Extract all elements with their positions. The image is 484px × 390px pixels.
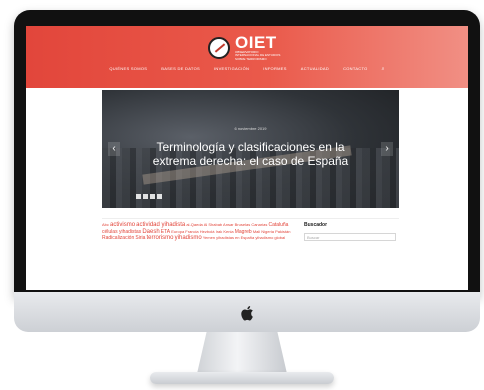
tag-link[interactable]: Siria [135, 235, 145, 241]
nav-item-quienes-somos[interactable]: Quiénes somos [109, 66, 147, 72]
tag-link[interactable]: células yihadistas [102, 229, 141, 235]
logo-emblem-icon [208, 37, 230, 59]
tag-link[interactable]: yihadismo global [255, 235, 285, 240]
hero-slider[interactable]: 6 noviembre 2019 Terminología y clasific… [102, 90, 399, 208]
apple-logo-icon [241, 306, 253, 321]
tag-link[interactable]: ETA [161, 229, 170, 235]
slider-prev-arrow-icon[interactable]: ‹ [108, 142, 120, 156]
tag-link[interactable]: Al Shabab [204, 222, 222, 227]
tag-link[interactable]: activismo [110, 222, 135, 228]
tag-link[interactable]: Irak [216, 229, 223, 234]
content-divider [102, 218, 399, 219]
site-logo[interactable]: OIET OBSERVATORIO INTERNACIONAL DE ESTUD… [208, 32, 281, 61]
hero-title[interactable]: Terminología y clasificaciones en la ext… [142, 140, 359, 168]
monitor-base [150, 372, 334, 384]
nav-item-actualidad[interactable]: Actualidad [301, 66, 329, 72]
logo-title: OIET [235, 32, 277, 52]
main-nav: Quiénes somos Bases de datos Investigaci… [26, 66, 468, 72]
logo-subtitle: OBSERVATORIO INTERNACIONAL DE ESTUDIOS S… [235, 49, 281, 61]
sidebar: Buscador Buscar [304, 222, 399, 241]
tag-link[interactable]: Magreb [235, 229, 252, 235]
slider-dot[interactable] [157, 194, 162, 199]
tag-link[interactable]: Daesh [142, 229, 159, 235]
tag-link[interactable]: Radicalización [102, 235, 134, 241]
tag-cloud: Abc activismo actividad yihadista al-Qae… [102, 222, 292, 242]
tag-link[interactable]: Hezbolá [200, 229, 215, 234]
tag-link[interactable]: al-Qaeda [186, 222, 202, 227]
slider-dot[interactable] [150, 194, 155, 199]
tag-link[interactable]: Francia [185, 229, 198, 234]
hero-date: 6 noviembre 2019 [234, 126, 267, 131]
tag-link[interactable]: Nigeria [261, 229, 274, 234]
tag-link[interactable]: Mali [253, 229, 260, 234]
tag-link[interactable]: yihadistas en España [216, 235, 254, 240]
nav-item-bases-de-datos[interactable]: Bases de datos [161, 66, 200, 72]
tag-link[interactable]: Bruselas [235, 222, 251, 227]
search-input[interactable]: Buscar [304, 233, 396, 241]
tag-link[interactable]: Canarias [251, 222, 267, 227]
tag-link[interactable]: Cataluña [268, 222, 288, 228]
tag-link[interactable]: Europa [171, 229, 184, 234]
tag-link[interactable]: Pakistán [275, 229, 290, 234]
tag-link[interactable]: Abc [102, 222, 109, 227]
sidebar-title: Buscador [304, 222, 328, 228]
slider-next-arrow-icon[interactable]: › [381, 142, 393, 156]
slider-dot[interactable] [143, 194, 148, 199]
nav-item-investigacion[interactable]: Investigación [214, 66, 249, 72]
nav-item-contacto[interactable]: Contacto [343, 66, 367, 72]
slider-dot[interactable] [136, 194, 141, 199]
monitor-stand [196, 330, 288, 378]
tag-link[interactable]: Yemen [203, 235, 215, 240]
browser-screen: OIET OBSERVATORIO INTERNACIONAL DE ESTUD… [26, 26, 468, 290]
search-icon[interactable]: ⌕ [382, 66, 385, 72]
site-header: OIET OBSERVATORIO INTERNACIONAL DE ESTUD… [26, 26, 468, 88]
tag-link[interactable]: actividad yihadista [136, 222, 185, 228]
nav-item-informes[interactable]: Informes [263, 66, 287, 72]
tag-link[interactable]: yihadismo [175, 235, 202, 241]
tag-link[interactable]: Kenia [223, 229, 233, 234]
slider-dots [136, 194, 162, 199]
tag-link[interactable]: terrorismo [147, 235, 174, 241]
tag-link[interactable]: Ansar [223, 222, 233, 227]
